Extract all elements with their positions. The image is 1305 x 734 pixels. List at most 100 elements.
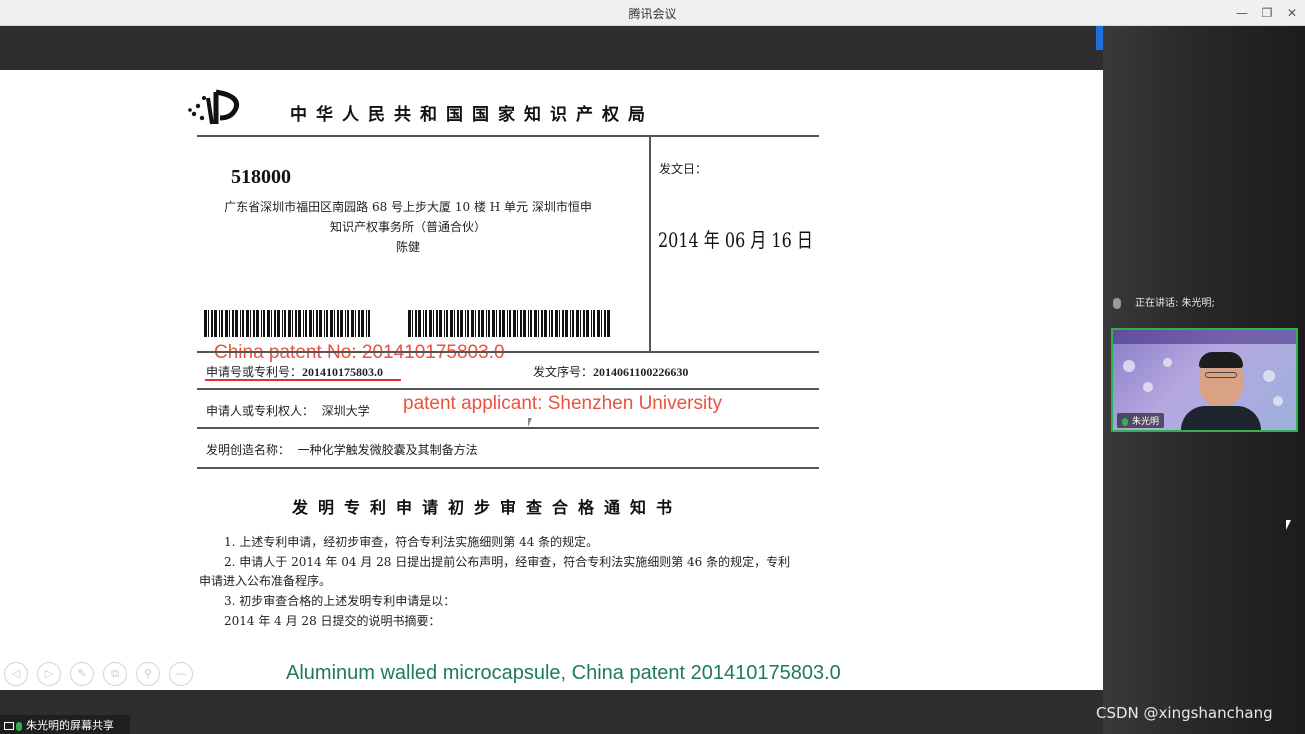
barcode-bar: [559, 310, 560, 337]
barcode-bar: [499, 310, 501, 337]
barcode-bar: [565, 310, 568, 337]
barcode-bar: [347, 310, 349, 337]
paragraph: 3. 初步审查合格的上述发明专利申请是以：: [224, 594, 456, 608]
barcode-bar: [576, 310, 579, 337]
annotation-patent-number: China patent No: 201410175803.0: [214, 342, 505, 363]
applicant-label: 申请人或专利权人：: [206, 404, 315, 418]
barcode-bar: [423, 310, 424, 337]
invention-name: 一种化学触发微胶囊及其制备方法: [297, 443, 478, 457]
barcode-bar: [261, 310, 262, 337]
cnipa-logo: [188, 89, 240, 125]
barcode-bar: [204, 310, 207, 337]
application-number: 201410175803.0: [302, 365, 384, 379]
barcode-bar: [253, 310, 255, 337]
serial-number-field: 发文序号：2014061100226630: [533, 363, 688, 380]
divider: [197, 467, 819, 469]
barcode-bar: [208, 310, 209, 337]
molecule-shape: [1143, 382, 1153, 392]
prev-icon[interactable]: ◁: [4, 662, 28, 686]
minimize-button[interactable]: —: [1232, 3, 1252, 23]
barcode-bar: [492, 310, 495, 337]
barcode-bar: [597, 310, 600, 337]
barcode-bar: [361, 310, 364, 337]
barcode-bar: [429, 310, 432, 337]
barcode-bar: [337, 310, 339, 337]
barcode-bar: [242, 310, 244, 337]
close-button[interactable]: ✕: [1282, 3, 1302, 23]
minus-icon[interactable]: —: [169, 662, 193, 686]
barcode-bar: [267, 310, 270, 337]
barcode-bar: [591, 310, 592, 337]
paragraph: 2. 申请人于 2014 年 04 月 28 日提出提前公布声明，经审查，符合专…: [224, 555, 791, 569]
barcode-bar: [334, 310, 335, 337]
barcode-bar: [345, 310, 346, 337]
barcode-bar: [562, 310, 564, 337]
cursor-icon: [1286, 520, 1291, 530]
participant-video[interactable]: 朱光明: [1111, 328, 1298, 432]
barcode-bar: [444, 310, 445, 337]
barcode-bar: [355, 310, 356, 337]
barcode-bar: [454, 310, 455, 337]
office-title: 中华人民共和国国家知识产权局: [290, 105, 654, 125]
participant-panel: 正在讲话: 朱光明; 朱光明: [1103, 26, 1305, 734]
barcode-bar: [507, 310, 508, 337]
barcode-bar: [246, 310, 249, 337]
barcode-bar: [256, 310, 259, 337]
barcode-bar: [330, 310, 333, 337]
divider: [649, 136, 651, 351]
copy-icon[interactable]: ⧉: [103, 662, 127, 686]
barcode-bar: [538, 310, 539, 337]
barcode-bar: [534, 310, 537, 337]
barcode-bar: [460, 310, 463, 337]
barcode-bar: [583, 310, 585, 337]
screen-share-badge[interactable]: 朱光明的屏幕共享: [0, 715, 130, 734]
address-line: 广东省深圳市福田区南园路 68 号上步大厦 10 楼 H 单元 深圳市恒申: [224, 200, 592, 214]
restore-button[interactable]: ❐: [1257, 3, 1277, 23]
participant-name: 朱光明: [1132, 417, 1160, 427]
address-line: 陈健: [395, 240, 420, 254]
pen-icon[interactable]: ✎: [70, 662, 94, 686]
caption: Aluminum walled microcapsule, China pate…: [286, 662, 841, 684]
barcode-bar: [240, 310, 241, 337]
barcode-bar: [274, 310, 276, 337]
barcode-bar: [324, 310, 325, 337]
side-tab-handle[interactable]: [1096, 26, 1103, 50]
divider: [197, 135, 819, 137]
invention-label: 发明创造名称：: [206, 443, 291, 457]
barcode-bar: [446, 310, 448, 337]
next-icon[interactable]: ▷: [37, 662, 61, 686]
barcode-bar: [219, 310, 220, 337]
barcode-bar: [555, 310, 558, 337]
glasses: [1205, 372, 1237, 378]
barcode-bar: [319, 310, 322, 337]
barcode-bar: [471, 310, 474, 337]
watermark: CSDN @xingshanchang: [1096, 704, 1273, 722]
barcode-bar: [425, 310, 427, 337]
speaking-indicator: 正在讲话: 朱光明;: [1113, 294, 1215, 309]
barcode-bar: [593, 310, 595, 337]
mouse-pointer: [528, 418, 532, 427]
invention-field: 发明创造名称： 一种化学触发微胶囊及其制备方法: [206, 441, 478, 458]
barcode-bar: [284, 310, 286, 337]
barcode-bar: [496, 310, 497, 337]
barcode-bar: [509, 310, 511, 337]
barcode-bar: [309, 310, 312, 337]
barcode-bar: [326, 310, 328, 337]
participant-name-tag: 朱光明: [1117, 413, 1165, 428]
barcode-bar: [520, 310, 522, 337]
screen-share-label: 朱光明的屏幕共享: [26, 719, 114, 732]
zoom-icon[interactable]: ⚲: [136, 662, 160, 686]
barcode-bar: [457, 310, 459, 337]
barcode-bar: [211, 310, 213, 337]
video-slide-header: [1113, 330, 1296, 344]
molecule-shape: [1163, 358, 1172, 367]
applicant-field: 申请人或专利权人： 深圳大学: [206, 402, 370, 419]
barcode-bar: [586, 310, 589, 337]
molecule-shape: [1273, 396, 1283, 406]
barcode-bar: [541, 310, 543, 337]
barcode-bar: [580, 310, 581, 337]
speaking-label: 正在讲话: 朱光明;: [1135, 298, 1215, 309]
barcode-bar: [351, 310, 354, 337]
address-line: 知识产权事务所（普通合伙）: [329, 220, 486, 234]
serial-number-label: 发文序号：: [533, 365, 594, 379]
